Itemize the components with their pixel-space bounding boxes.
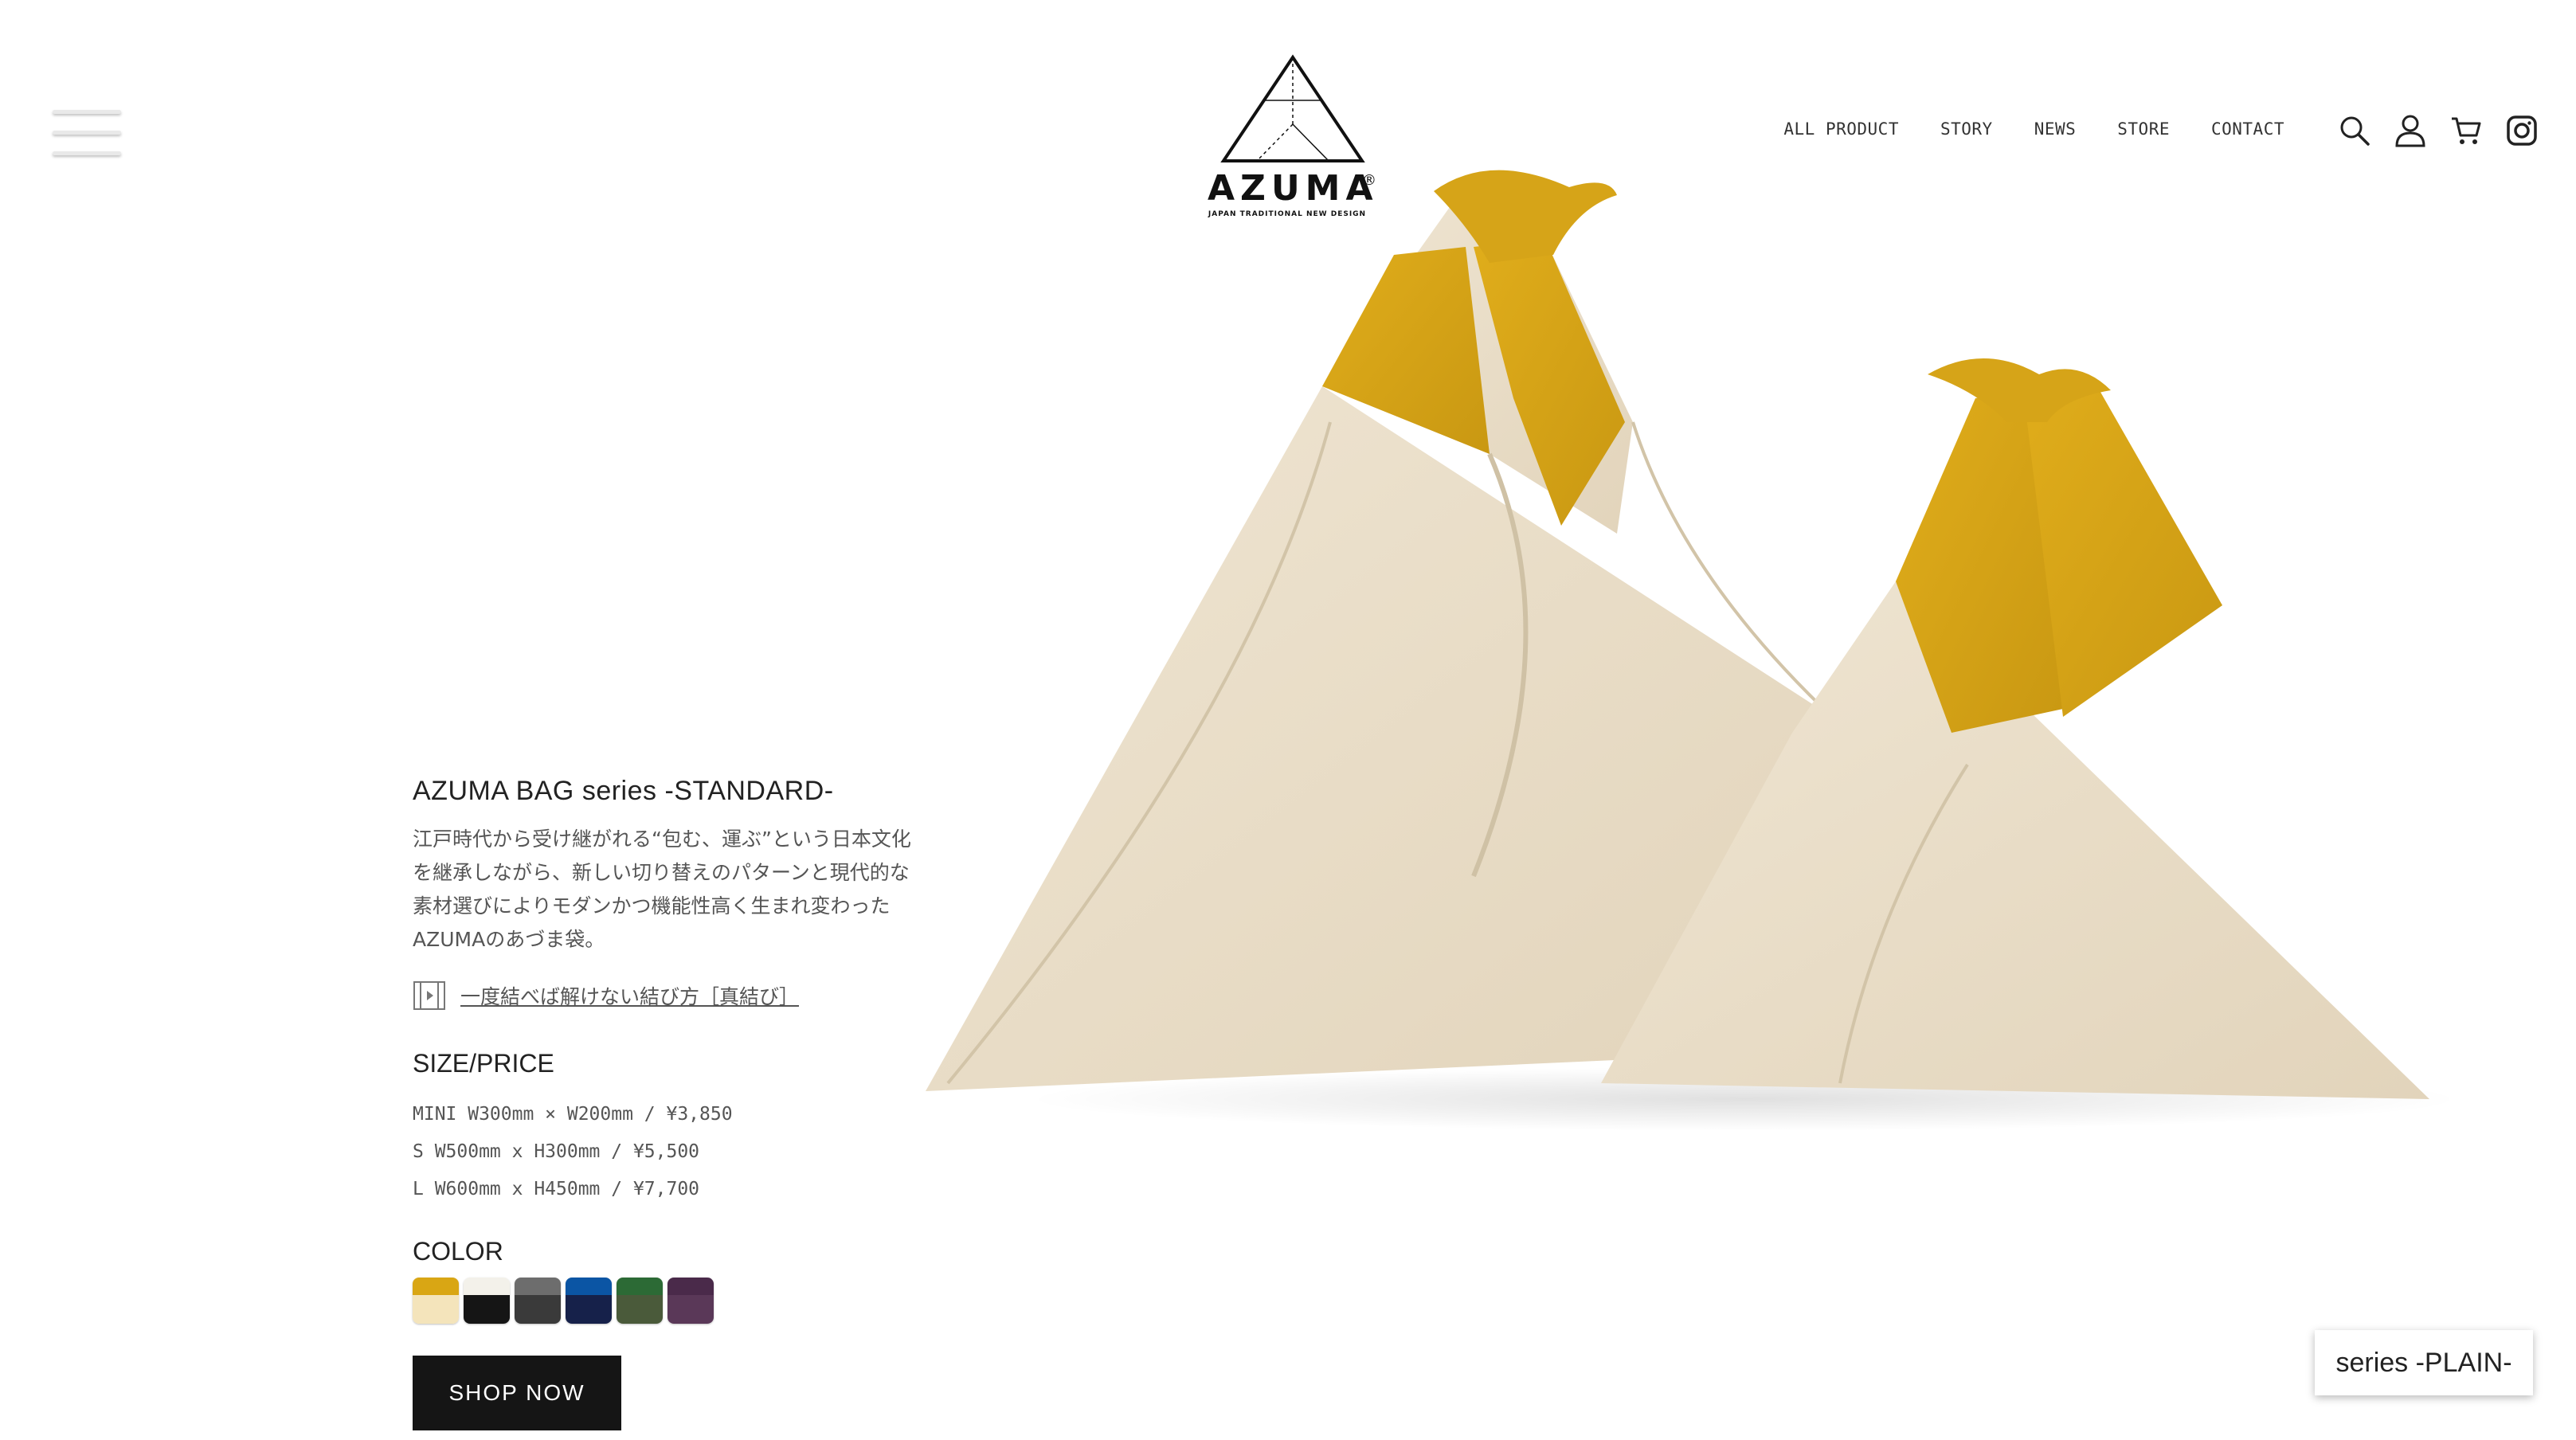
size-price-s: S W500mm x H300mm / ¥5,500 (413, 1141, 700, 1162)
knot-video-link-row: 一度結べば解けない結び方［真結び］ (413, 980, 922, 1011)
color-swatch[interactable] (515, 1278, 561, 1324)
nav-item-store[interactable]: STORE (2117, 119, 2170, 139)
swatch-bottom (667, 1295, 714, 1324)
swatch-top (617, 1278, 663, 1295)
video-icon (413, 981, 445, 1010)
swatch-top (566, 1278, 612, 1295)
hamburger-line (53, 151, 121, 155)
color-swatch[interactable] (464, 1278, 510, 1324)
product-description: 江戸時代から受け継がれる“包む、運ぶ”という日本文化を継承しながら、新しい切り替… (413, 828, 911, 951)
user-icon[interactable] (2393, 113, 2428, 148)
color-swatch[interactable] (566, 1278, 612, 1324)
color-heading: COLOR (413, 1237, 503, 1266)
triangle-logo-icon (1220, 54, 1365, 162)
knot-video-link[interactable]: 一度結べば解けない結び方［真結び］ (460, 981, 799, 1010)
swatch-top (515, 1278, 561, 1295)
nav-item-news[interactable]: NEWS (2034, 119, 2077, 139)
hamburger-line (53, 110, 121, 114)
menu-hamburger-icon[interactable] (53, 107, 121, 162)
swatch-top (667, 1278, 714, 1295)
search-icon[interactable] (2337, 113, 2372, 148)
cart-icon[interactable] (2449, 113, 2484, 148)
product-title: AZUMA BAG series -STANDARD- (413, 776, 834, 806)
header-icons (2337, 113, 2539, 148)
hero-product-image (926, 170, 2461, 1131)
color-swatch[interactable] (617, 1278, 663, 1324)
swatch-bottom (413, 1295, 459, 1324)
instagram-icon[interactable] (2504, 113, 2539, 148)
color-swatches (413, 1278, 922, 1324)
product-info: AZUMA BAG series -STANDARD- 江戸時代から受け継がれる… (413, 776, 922, 1324)
size-price-mini: MINI W300mm × W200mm / ¥3,850 (413, 1104, 733, 1125)
nav-item-story[interactable]: STORY (1940, 119, 1993, 139)
swatch-top (413, 1278, 459, 1295)
series-plain-tab[interactable]: series -PLAIN- (2315, 1330, 2533, 1395)
swatch-bottom (566, 1295, 612, 1324)
nav-item-contact[interactable]: CONTACT (2211, 119, 2284, 139)
size-price-l: L W600mm x H450mm / ¥7,700 (413, 1179, 700, 1199)
swatch-bottom (515, 1295, 561, 1324)
swatch-bottom (617, 1295, 663, 1324)
swatch-bottom (464, 1295, 510, 1324)
nav-item-all-product[interactable]: ALL PRODUCT (1783, 119, 1899, 139)
size-price-heading: SIZE/PRICE (413, 1049, 554, 1078)
color-swatch[interactable] (667, 1278, 714, 1324)
main-nav: ALL PRODUCT STORY NEWS STORE CONTACT (1783, 119, 2284, 139)
color-swatch[interactable] (413, 1278, 459, 1324)
shop-now-button[interactable]: SHOP NOW (413, 1356, 621, 1430)
hamburger-line (53, 131, 121, 135)
swatch-top (464, 1278, 510, 1295)
